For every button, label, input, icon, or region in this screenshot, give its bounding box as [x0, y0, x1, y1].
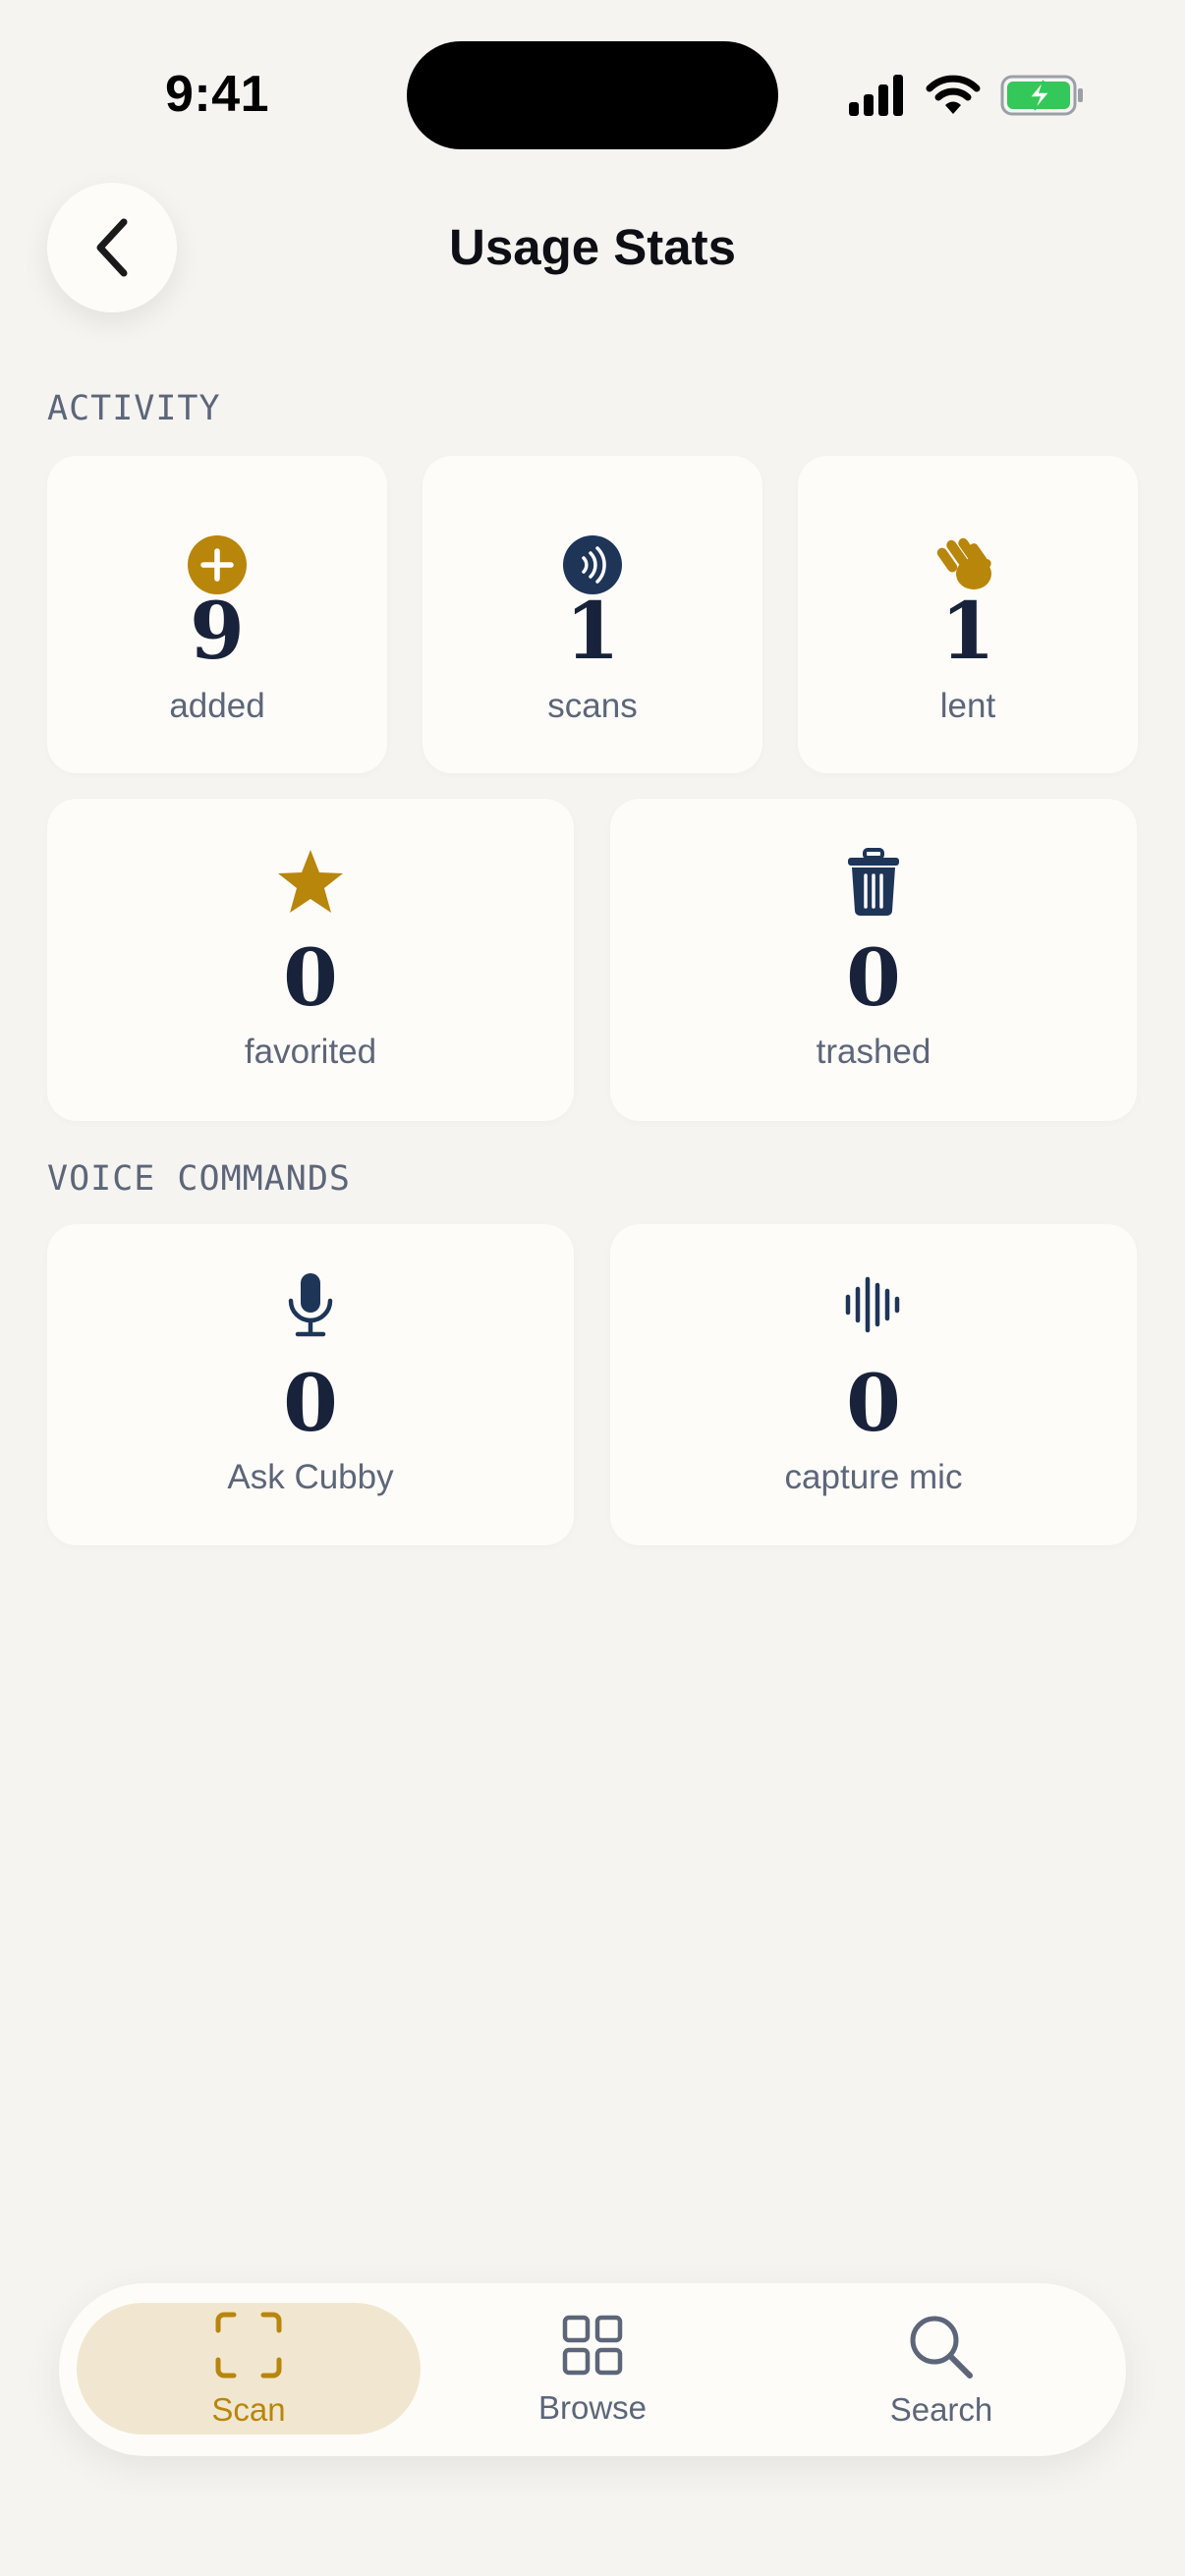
- stat-card-lent: 1 lent: [798, 456, 1138, 773]
- search-icon: [907, 2313, 976, 2386]
- stat-value: 0: [283, 1357, 338, 1449]
- stat-label: capture mic: [784, 1458, 963, 1496]
- stat-label: favorited: [244, 1033, 377, 1071]
- stat-value: 0: [846, 931, 901, 1024]
- page-title: Usage Stats: [449, 219, 736, 275]
- tab-label: Scan: [211, 2391, 286, 2428]
- section-label-voice-commands: VOICE COMMANDS: [47, 1159, 352, 1199]
- waveform-icon: [844, 1273, 903, 1336]
- stat-value: 0: [846, 1357, 901, 1449]
- usage-stats-screen: 9:41 Usage Stats ACTIVITY 9 added 1 scan…: [0, 0, 1185, 2576]
- trash-icon: [844, 848, 903, 917]
- tab-browse[interactable]: Browse: [409, 2283, 776, 2456]
- battery-charging-icon: [1000, 75, 1083, 116]
- dynamic-island: [407, 41, 778, 149]
- tab-label: Browse: [537, 2389, 648, 2426]
- star-icon: [276, 848, 345, 915]
- tab-bar: Scan Browse Search: [59, 2283, 1126, 2456]
- scan-frame-icon: [214, 2311, 283, 2384]
- stat-label: Ask Cubby: [227, 1458, 394, 1496]
- grid-icon: [562, 2315, 623, 2380]
- stat-card-ask-cubby: 0 Ask Cubby: [47, 1224, 574, 1545]
- stat-card-favorited: 0 favorited: [47, 799, 574, 1121]
- stat-label: scans: [547, 687, 638, 725]
- wifi-icon: [926, 75, 981, 114]
- cellular-signal-icon: [849, 75, 903, 116]
- tab-scan[interactable]: Scan: [59, 2283, 438, 2456]
- microphone-icon: [286, 1271, 335, 1340]
- stat-card-scans: 1 scans: [423, 456, 762, 773]
- stat-label: lent: [939, 687, 996, 725]
- stat-value: 0: [283, 931, 338, 1024]
- status-time: 9:41: [165, 66, 270, 123]
- stat-value: 1: [565, 585, 620, 677]
- stat-card-capture-mic: 0 capture mic: [610, 1224, 1137, 1545]
- stat-label: trashed: [816, 1033, 931, 1071]
- tab-search[interactable]: Search: [757, 2283, 1126, 2456]
- stat-value: 9: [190, 585, 245, 677]
- stat-value: 1: [940, 585, 995, 677]
- stat-card-added: 9 added: [47, 456, 387, 773]
- section-label-activity: ACTIVITY: [47, 389, 221, 428]
- stat-label: added: [169, 687, 265, 725]
- stat-card-trashed: 0 trashed: [610, 799, 1137, 1121]
- tab-label: Search: [889, 2391, 993, 2428]
